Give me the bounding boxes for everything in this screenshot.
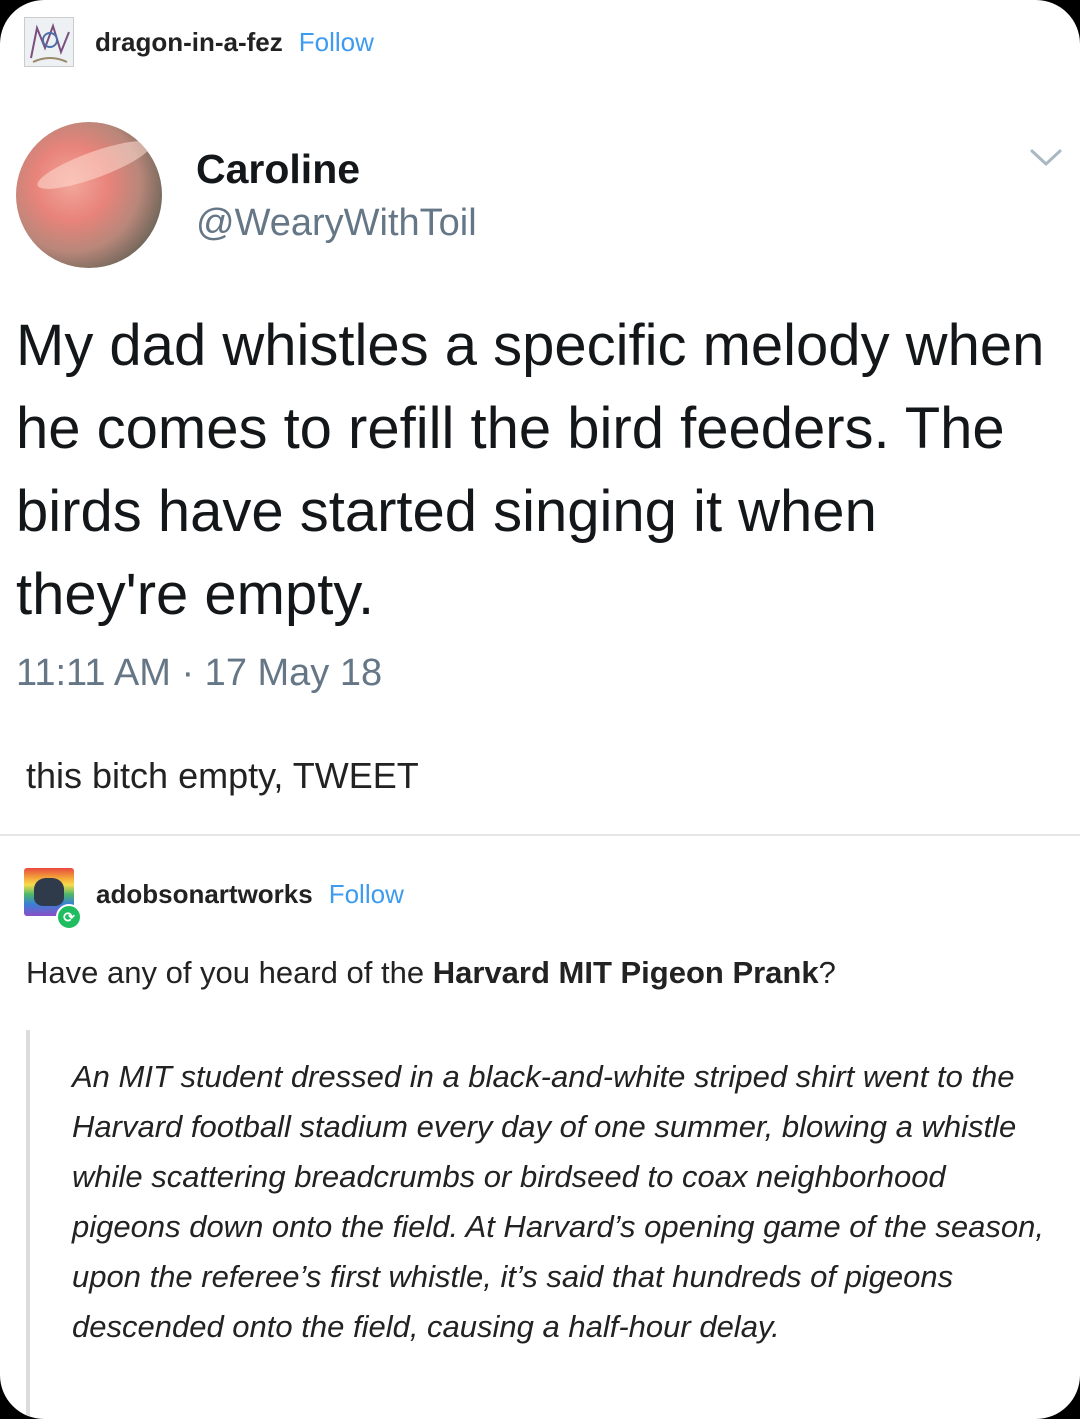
- intro-bold-title: Harvard MIT Pigeon Prank: [432, 955, 819, 990]
- post-card: dragon-in-a-fez Follow Caroline @WearyWi…: [0, 0, 1080, 1419]
- post1-comment: this bitch empty, TWEET: [26, 755, 419, 796]
- follow-button[interactable]: Follow: [299, 27, 374, 58]
- username[interactable]: dragon-in-a-fez: [95, 27, 283, 58]
- follow-button[interactable]: Follow: [329, 879, 404, 910]
- reblog-icon: ⟳: [56, 904, 82, 930]
- intro-text: Have any of you heard of the: [26, 955, 433, 990]
- tweet-display-name[interactable]: Caroline: [196, 146, 360, 193]
- post2-intro: Have any of you heard of the Harvard MIT…: [26, 955, 836, 991]
- blockquote-text: An MIT student dressed in a black-and-wh…: [72, 1059, 1044, 1344]
- tweet-handle[interactable]: @WearyWithToil: [196, 202, 477, 245]
- post2-header: ⟳ adobsonartworks Follow: [24, 868, 404, 930]
- tweet-text: My dad whistles a specific melody when h…: [16, 313, 1045, 627]
- dragon-sketch-icon: [25, 18, 73, 66]
- user-avatar[interactable]: [24, 17, 74, 67]
- chevron-down-icon[interactable]: [1028, 146, 1064, 170]
- post1-header: dragon-in-a-fez Follow: [24, 16, 374, 68]
- divider: [0, 834, 1080, 836]
- tweet-timestamp[interactable]: 11:11 AM · 17 May 18: [16, 652, 382, 695]
- intro-suffix: ?: [818, 955, 836, 990]
- tweet-avatar[interactable]: [16, 122, 162, 268]
- user-avatar[interactable]: ⟳: [24, 868, 82, 930]
- username[interactable]: adobsonartworks: [96, 879, 313, 910]
- embedded-tweet: Caroline @WearyWithToil My dad whistles …: [16, 118, 1066, 714]
- blockquote-bar: [26, 1030, 30, 1419]
